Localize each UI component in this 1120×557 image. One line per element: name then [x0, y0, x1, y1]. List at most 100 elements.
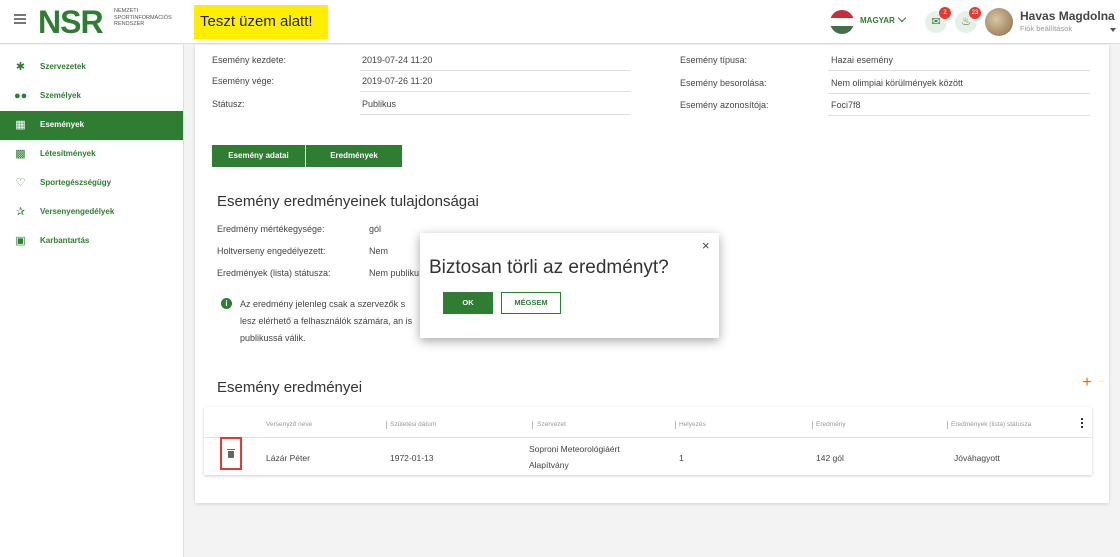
divider: [204, 437, 1092, 438]
sidebar-item-letesitmenyek[interactable]: ▩ Létesítmények: [0, 140, 183, 169]
avatar[interactable]: [985, 8, 1013, 36]
tie-allowed-label: Holtverseny engedélyezett:: [217, 246, 326, 256]
sidebar-item-label: Személyek: [40, 91, 81, 100]
mail-icon: ✉: [931, 16, 941, 28]
language-selector[interactable]: MAGYAR: [860, 13, 907, 25]
event-end-value: 2019-07-26 11:20: [362, 76, 433, 86]
column-header[interactable]: Versenyző neve: [266, 421, 312, 428]
results-table: Versenyző neve Születési dátum Szervezet…: [204, 407, 1092, 475]
event-start-value: 2019-07-24 11:20: [362, 55, 433, 65]
sidebar-item-esemenyek[interactable]: ▦ Események: [0, 111, 183, 140]
divider: [828, 115, 1090, 116]
sidebar-item-sportegeszsegugy[interactable]: ♡ Sportegészségügy: [0, 169, 183, 198]
event-category-label: Esemény besorolása:: [680, 78, 767, 88]
result-value: 142 gól: [816, 453, 844, 463]
test-banner: Teszt üzem alatt!: [194, 5, 328, 39]
placement: 1: [679, 453, 684, 463]
clipboard-icon: ▣: [15, 235, 26, 247]
organization-line-2: Alapítvány: [529, 460, 569, 470]
sidebar-item-label: Események: [40, 120, 85, 129]
chevron-down-icon: [897, 13, 907, 23]
people-icon: ●●: [14, 90, 28, 102]
column-header[interactable]: Eredmények (lista) státusza: [951, 421, 1031, 428]
info-text: Az eredmény jelenleg csak a szervezők s …: [240, 299, 413, 343]
sidebar-item-label: Létesítmények: [40, 149, 96, 158]
sidebar-item-karbantartas[interactable]: ▣ Karbantartás: [0, 227, 183, 256]
menu-icon[interactable]: [14, 14, 26, 24]
column-separator: [675, 421, 676, 429]
building-icon: ▩: [15, 148, 26, 160]
language-label: MAGYAR: [860, 16, 895, 25]
add-result-button[interactable]: +: [1080, 375, 1094, 391]
hungarian-flag-icon[interactable]: [830, 10, 854, 34]
messages-button[interactable]: ✉ 2: [925, 7, 951, 33]
dialog-title: Biztosan törli az eredményt?: [429, 257, 669, 278]
messages-badge: 2: [939, 7, 951, 19]
delete-row-button[interactable]: [220, 437, 242, 470]
account-settings-link[interactable]: Fiók beállítások: [1020, 24, 1072, 33]
info-icon: i: [221, 298, 232, 309]
divider: [360, 91, 630, 92]
tab-results[interactable]: Eredmények: [306, 145, 402, 167]
user-name[interactable]: Havas Magdolna: [1020, 9, 1115, 23]
column-header[interactable]: Szervezet: [537, 421, 566, 428]
column-separator: [532, 421, 533, 429]
confirm-delete-dialog: × Biztosan törli az eredményt? OK MÉGSEM: [420, 233, 719, 338]
divider: [360, 114, 630, 115]
result-unit-value: gól: [369, 224, 382, 234]
ok-button[interactable]: OK: [443, 292, 493, 314]
notifications-button[interactable]: ♨ 23: [955, 7, 981, 33]
sidebar-item-label: Szervezetek: [40, 62, 86, 71]
sidebar: ✱ Szervezetek ●● Személyek ▦ Események ▩…: [0, 45, 184, 557]
column-separator: [386, 421, 387, 429]
birth-date: 1972-01-13: [390, 453, 434, 463]
notifications-badge: 23: [969, 7, 981, 19]
org-icon: ✱: [15, 61, 26, 73]
event-id-value: Foci7f8: [831, 100, 861, 110]
properties-title: Esemény eredményeinek tulajdonságai: [217, 193, 479, 210]
results-title: Esemény eredményei: [217, 379, 363, 396]
column-header[interactable]: Helyezés: [679, 421, 706, 428]
tie-allowed-value: Nem: [369, 246, 389, 256]
column-separator: [812, 421, 813, 429]
bell-icon: ♨: [961, 16, 971, 28]
column-header[interactable]: Születési dátum: [390, 421, 436, 428]
close-icon[interactable]: ×: [702, 239, 710, 253]
top-bar: NSR Nemzeti Sportinformációs Rendszer Te…: [0, 0, 1120, 44]
event-end-label: Esemény vége:: [212, 76, 275, 86]
event-type-label: Esemény típusa:: [680, 55, 748, 65]
competitor-name: Lázár Péter: [266, 453, 310, 463]
event-category-value: Nem olimpiai körülmények között: [831, 78, 964, 88]
event-type-value: Hazai esemény: [831, 55, 894, 65]
sidebar-item-versenyengedelyek[interactable]: ✰ Versenyengedélyek: [0, 198, 183, 227]
event-status-label: Státusz:: [212, 99, 245, 109]
more-vert-icon[interactable]: [1081, 418, 1083, 429]
column-separator: [947, 421, 948, 429]
sidebar-item-label: Sportegészségügy: [40, 178, 112, 187]
logo[interactable]: NSR: [38, 6, 104, 38]
runner-icon: ✰: [15, 206, 26, 218]
calendar-icon: ▦: [15, 119, 26, 131]
caret-down-icon[interactable]: [1110, 28, 1116, 32]
result-unit-label: Eredmény mértékegysége:: [217, 224, 325, 234]
list-status-label: Eredmények (lista) státusza:: [217, 268, 331, 278]
sidebar-item-szervezetek[interactable]: ✱ Szervezetek: [0, 53, 183, 82]
trash-icon: [227, 449, 235, 458]
divider: [360, 70, 630, 71]
event-status-value: Publikus: [362, 99, 397, 109]
event-start-label: Esemény kezdete:: [212, 55, 287, 65]
sidebar-item-szemelyek[interactable]: ●● Személyek: [0, 82, 183, 111]
organization-line-1: Soproni Meteorológiáért: [529, 444, 620, 454]
list-status: Jóváhagyott: [954, 453, 1000, 463]
tab-event-data[interactable]: Esemény adatai: [212, 145, 305, 167]
cancel-button[interactable]: MÉGSEM: [501, 292, 561, 314]
column-header[interactable]: Eredmény: [816, 421, 846, 428]
sidebar-item-label: Karbantartás: [40, 236, 90, 245]
divider: [828, 93, 1090, 94]
event-id-label: Esemény azonosítója:: [680, 100, 769, 110]
sidebar-item-label: Versenyengedélyek: [40, 207, 115, 216]
logo-subtitle: Nemzeti Sportinformációs Rendszer: [114, 8, 172, 27]
divider: [828, 70, 1090, 71]
list-status-value: Nem publiku: [369, 268, 420, 278]
heart-icon: ♡: [15, 177, 26, 189]
